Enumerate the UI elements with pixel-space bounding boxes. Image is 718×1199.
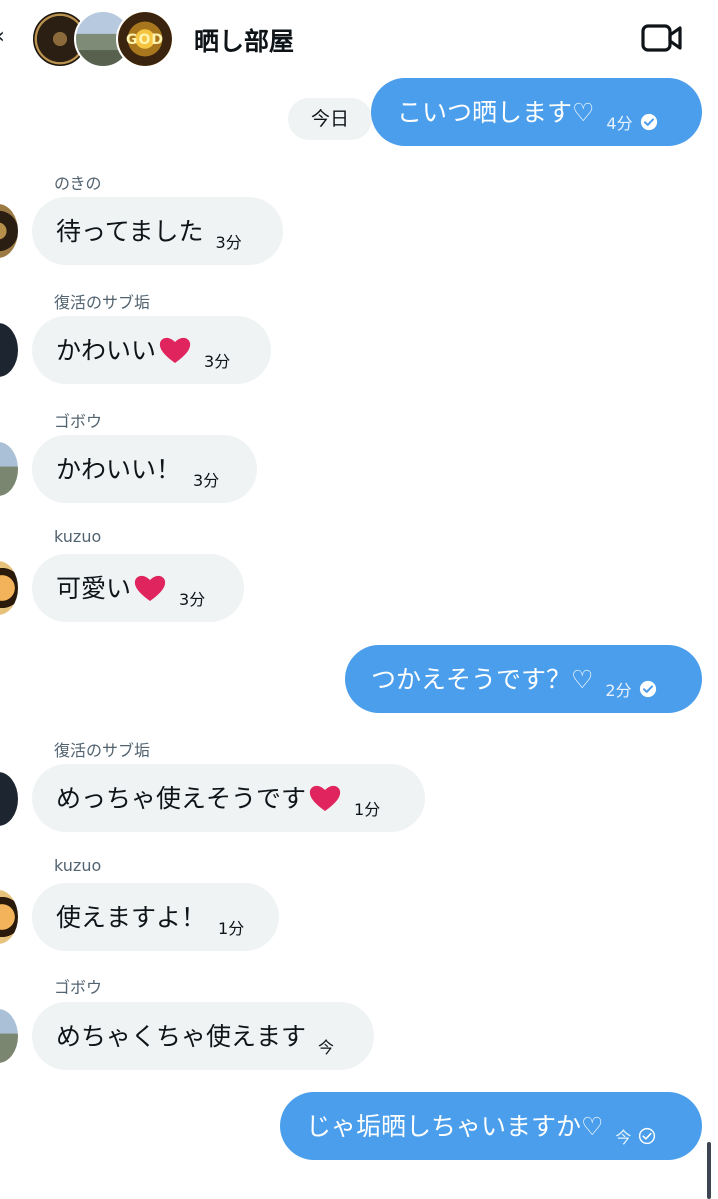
message-time: 3分 (204, 352, 231, 371)
outgoing-message[interactable]: じゃ垢晒しちゃいますか♡ 今 (280, 1092, 702, 1160)
read-check-icon (640, 113, 657, 131)
message-text: 使えますよ！ (56, 902, 207, 932)
message-text: めちゃくちゃ使えます (56, 1021, 307, 1051)
message-time: 4分 (606, 114, 633, 133)
message-text: 可愛い (56, 573, 132, 603)
date-separator: 今日 (288, 98, 372, 140)
read-check-icon (639, 680, 656, 698)
message-time: 3分 (193, 471, 220, 490)
conversation-title[interactable]: 晒し部屋 (194, 22, 294, 58)
sender-name: のきの (54, 174, 102, 193)
sender-name: 復活のサブ垢 (54, 741, 151, 760)
scrollbar[interactable] (707, 1142, 711, 1199)
incoming-message[interactable]: めっちゃ使えそうです 1分 (32, 764, 425, 832)
incoming-message[interactable]: めちゃくちゃ使えます 今 (32, 1002, 374, 1070)
message-time: 2分 (605, 681, 632, 700)
heart-emoji-icon (309, 785, 341, 811)
back-arrow-icon[interactable]: ‹ (0, 24, 5, 49)
message-text: かわいい！ (56, 454, 182, 484)
avatar[interactable] (0, 204, 18, 258)
message-time: 1分 (218, 919, 245, 938)
sent-check-icon (639, 1127, 656, 1145)
message-text: こいつ晒します♡ (397, 97, 595, 127)
avatar[interactable] (0, 890, 18, 944)
message-time: 1分 (354, 800, 381, 819)
incoming-message[interactable]: 可愛い 3分 (32, 554, 244, 622)
sender-name: ゴボウ (54, 978, 103, 997)
avatar-logo-text: GOD (125, 32, 164, 48)
avatar[interactable] (0, 323, 18, 377)
incoming-message[interactable]: 待ってました 3分 (32, 197, 283, 265)
incoming-message[interactable]: かわいい！ 3分 (32, 435, 257, 503)
incoming-message[interactable]: かわいい 3分 (32, 316, 271, 384)
message-text: つかえそうです？♡ (371, 664, 594, 694)
message-time: 3分 (215, 233, 242, 252)
video-call-button[interactable] (640, 20, 684, 56)
sender-name: ゴボウ (54, 412, 103, 431)
sender-name: kuzuo (54, 856, 102, 875)
video-camera-icon (641, 24, 682, 52)
message-text: 待ってました (56, 216, 204, 246)
incoming-message[interactable]: 使えますよ！ 1分 (32, 883, 279, 951)
avatar[interactable] (0, 442, 18, 496)
message-text: めっちゃ使えそうです (56, 783, 307, 813)
outgoing-message[interactable]: つかえそうです？♡ 2分 (345, 645, 702, 713)
message-text: かわいい (56, 335, 157, 365)
message-time: 3分 (179, 590, 206, 609)
conversation-header: ‹ GOD 晒し部屋 (0, 0, 718, 80)
avatar[interactable] (0, 772, 18, 826)
outgoing-message[interactable]: こいつ晒します♡ 4分 (371, 78, 702, 146)
avatar[interactable] (0, 1009, 18, 1063)
heart-emoji-icon (134, 575, 166, 601)
message-time: 今 (615, 1128, 632, 1147)
heart-emoji-icon (159, 337, 191, 363)
message-time: 今 (318, 1038, 335, 1057)
sender-name: kuzuo (54, 527, 102, 546)
avatar[interactable] (0, 561, 18, 615)
sender-name: 復活のサブ垢 (54, 293, 151, 312)
avatar: GOD (116, 10, 174, 68)
message-text: じゃ垢晒しちゃいますか♡ (306, 1111, 604, 1141)
